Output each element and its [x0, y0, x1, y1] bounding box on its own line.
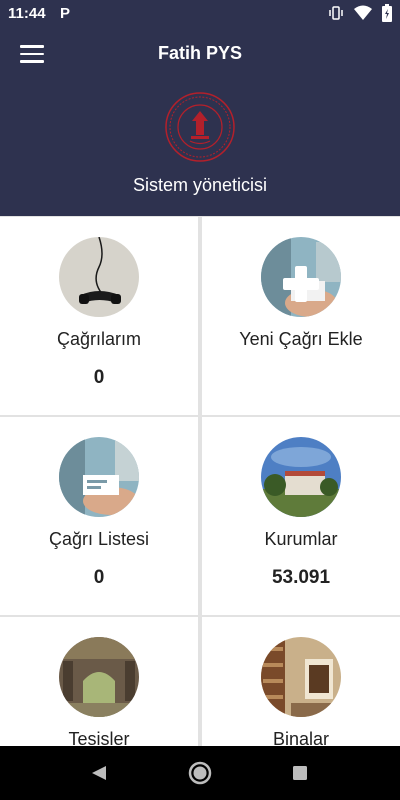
- status-bar: 11:44 P: [0, 0, 400, 28]
- card-label: Çağrılarım: [56, 329, 141, 349]
- card-call-list[interactable]: Çağrı Listesi 0: [0, 417, 198, 615]
- status-time: 11:44: [8, 5, 46, 22]
- card-in-hand-icon: [59, 437, 139, 517]
- card-my-calls[interactable]: Çağrılarım 0: [0, 217, 198, 415]
- user-role-label: Sistem yöneticisi: [132, 175, 268, 195]
- card-count: 0: [93, 367, 105, 388]
- card-label: Binalar: [272, 729, 330, 746]
- card-label: Çağrı Listesi: [48, 529, 150, 549]
- card-institutions[interactable]: Kurumlar 53.091: [202, 417, 400, 615]
- battery-icon: [382, 4, 392, 22]
- archway-courtyard-icon: [59, 637, 139, 717]
- card-count: 53.091: [271, 567, 331, 588]
- card-label: Yeni Çağrı Ekle: [239, 329, 363, 349]
- card-label: Kurumlar: [264, 529, 338, 549]
- card-label: Tesisler: [68, 729, 130, 746]
- dashboard-grid: Çağrılarım 0 Yeni Çağrı Ekle Çağrı Liste…: [0, 216, 400, 746]
- card-add-new-call[interactable]: Yeni Çağrı Ekle: [202, 217, 400, 415]
- ministry-seal-logo: [165, 92, 235, 162]
- wifi-icon: [354, 5, 372, 20]
- library-shelves-icon: [261, 637, 341, 717]
- telephone-handset-icon: [59, 237, 139, 317]
- back-icon[interactable]: [70, 746, 130, 800]
- parking-notification-icon: P: [60, 5, 71, 22]
- app-title: Fatih PYS: [157, 43, 242, 63]
- campus-building-icon: [261, 437, 341, 517]
- add-call-hand-icon: [261, 237, 341, 317]
- card-count: 0: [93, 567, 105, 588]
- card-facilities[interactable]: Tesisler: [0, 617, 198, 746]
- recents-icon[interactable]: [270, 746, 330, 800]
- vibrate-icon: [329, 6, 343, 20]
- card-buildings[interactable]: Binalar: [202, 617, 400, 746]
- home-icon[interactable]: [170, 746, 230, 800]
- app-header: Fatih PYS Sistem yöneticisi: [0, 28, 400, 216]
- system-navigation-bar: [0, 746, 400, 800]
